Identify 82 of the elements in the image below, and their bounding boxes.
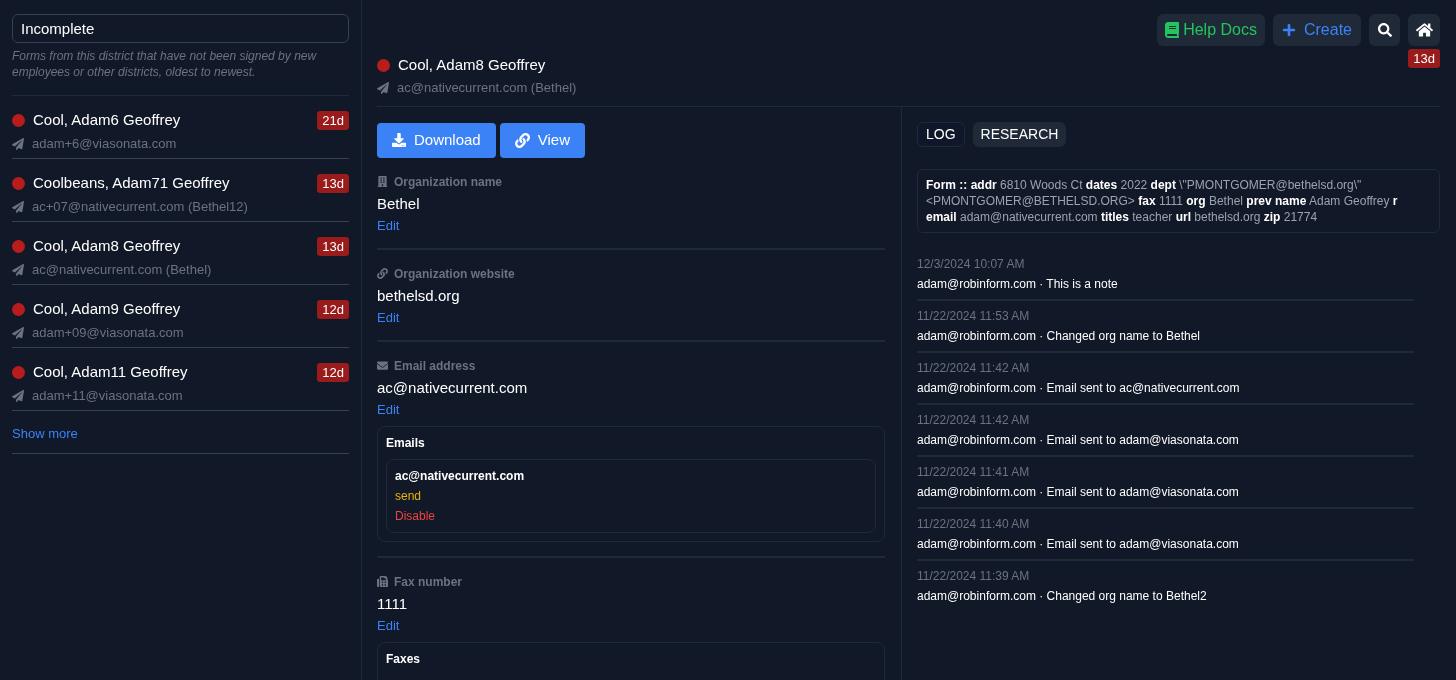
website-icon (377, 268, 388, 279)
send-icon (12, 263, 24, 276)
sidebar-item[interactable]: Cool, Adam6 Geoffrey 21d adam+6@viasonata.com (12, 96, 349, 159)
field-value: ac@nativecurrent.com (377, 377, 529, 398)
edit-link[interactable]: Edit (377, 617, 400, 634)
send-link[interactable]: send (395, 487, 422, 504)
field-value: 1111 (377, 593, 409, 614)
person-name: Cool, Adam11 Geoffrey (33, 363, 188, 381)
edit-link[interactable]: Edit (377, 217, 400, 234)
person-name: Cool, Adam6 Geoffrey (33, 111, 181, 129)
sidebar-item[interactable]: Coolbeans, Adam71 Geoffrey 13d ac+07@nativecurrent.com (Bethel12) (12, 159, 349, 222)
home-button[interactable] (1408, 14, 1440, 46)
log-message: adam@robinform.com · Changed org name to Bethel (917, 327, 1201, 344)
person-name: Cool, Adam8 Geoffrey (33, 237, 181, 255)
book-icon (1165, 22, 1180, 38)
send-icon (12, 326, 24, 339)
disable-link[interactable]: Disable (395, 507, 436, 524)
record-email: ac@nativecurrent.com (Bethel) (397, 79, 577, 97)
record-name: Cool, Adam8 Geoffrey (398, 56, 546, 74)
panel-tab[interactable]: LOG (917, 121, 965, 147)
edit-link[interactable]: Edit (377, 309, 400, 326)
home-icon (1415, 22, 1433, 38)
fax-icon (377, 576, 388, 587)
link-icon (514, 132, 530, 148)
age-badge: 13d (1408, 49, 1440, 68)
email-address: ac@nativecurrent.com (395, 467, 526, 484)
view-button[interactable]: View (499, 122, 585, 158)
send-icon (377, 81, 389, 94)
download-icon (392, 133, 406, 147)
send-icon (12, 137, 24, 150)
search-icon (1377, 23, 1392, 37)
log-message: adam@robinform.com · Changed org name to Bethel2 (917, 587, 1208, 604)
log-message: adam@robinform.com · Email sent to ac@nativecurrent.com (917, 379, 1241, 396)
sidebar-item[interactable]: Cool, Adam9 Geoffrey 12d adam+09@viasonata.com (12, 285, 349, 348)
person-email: adam+09@viasonata.com (32, 325, 184, 340)
field-value: Bethel (377, 193, 421, 214)
age-badge: 12d (317, 363, 349, 382)
sidebar-item[interactable]: Cool, Adam8 Geoffrey 13d ac@nativecurrent.com (Bethel) (12, 222, 349, 285)
sidebar-item[interactable]: Cool, Adam11 Geoffrey 12d adam+11@viasonata.com (12, 348, 349, 411)
edit-link[interactable]: Edit (377, 401, 400, 418)
log-time: 11/22/2024 11:39 AM (917, 567, 1031, 584)
field-label: Organization website (394, 265, 515, 282)
log-time: 11/22/2024 11:40 AM (917, 515, 1031, 532)
create-button[interactable]: Create (1272, 14, 1361, 46)
field-label: Fax number (394, 573, 462, 590)
person-name: Cool, Adam9 Geoffrey (33, 300, 181, 318)
help-docs-button[interactable]: Help Docs (1157, 14, 1265, 46)
research-text: Form :: addr 6810 Woods Ct dates 2022 dept \"PMONTGOMER@bethelsd.org\" <PMONTGOMER@BETHELSD.ORG> fax 1111 org Bethel prev name Adam Geoffrey r email adam@nativecurrent.com titles teacher url bethelsd.org zip 21774 (926, 176, 1399, 225)
card-title: Emails (386, 434, 426, 451)
age-badge: 13d (317, 174, 349, 193)
search-field[interactable]: Incomplete (12, 14, 349, 43)
field-label: Email address (394, 357, 476, 374)
person-email: adam+11@viasonata.com (32, 388, 183, 403)
age-badge: 12d (317, 300, 349, 319)
log-message: adam@robinform.com · This is a note (917, 275, 1119, 292)
person-email: adam+6@viasonata.com (32, 136, 177, 151)
send-icon (12, 389, 24, 402)
log-time: 11/22/2024 11:41 AM (917, 463, 1031, 480)
search-button[interactable] (1369, 14, 1400, 46)
plus-icon (1281, 23, 1296, 37)
card-title: Faxes (386, 650, 422, 667)
send-icon (12, 200, 24, 213)
organization-icon (377, 176, 388, 187)
person-name: Coolbeans, Adam71 Geoffrey (33, 174, 230, 192)
age-badge: 13d (317, 237, 349, 256)
person-email: ac+07@nativecurrent.com (Bethel12) (32, 199, 248, 214)
show-more-link[interactable]: Show more (12, 426, 78, 441)
log-message: adam@robinform.com · Email sent to adam@viasonata.com (917, 483, 1240, 500)
field-label: Organization name (394, 173, 503, 190)
log-time: 11/22/2024 11:42 AM (917, 359, 1031, 376)
log-time: 12/3/2024 10:07 AM (917, 255, 1026, 272)
log-time: 11/22/2024 11:42 AM (917, 411, 1031, 428)
age-badge: 21d (317, 111, 349, 130)
log-message: adam@robinform.com · Email sent to adam@viasonata.com (917, 431, 1240, 448)
person-email: ac@nativecurrent.com (Bethel) (32, 262, 212, 277)
field-value: bethelsd.org (377, 285, 461, 306)
log-message: adam@robinform.com · Email sent to adam@viasonata.com (917, 535, 1240, 552)
filter-description: Forms from this district that have not been signed by new employees or other districts, oldest to newest. (12, 48, 349, 96)
email-icon (377, 360, 388, 371)
log-time: 11/22/2024 11:53 AM (917, 307, 1031, 324)
download-button[interactable]: Download (377, 122, 496, 158)
panel-tab[interactable]: RESEARCH (972, 121, 1067, 147)
